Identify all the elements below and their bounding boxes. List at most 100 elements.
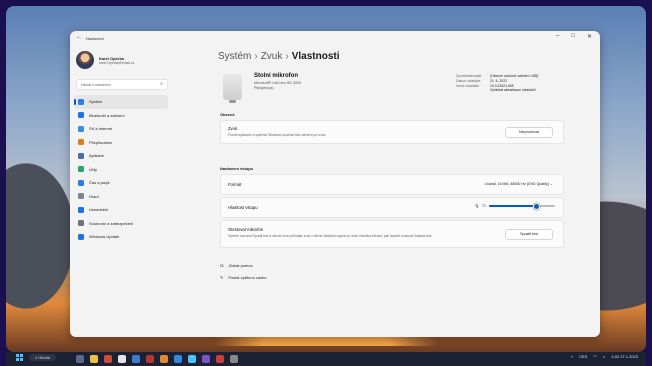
search-placeholder: Hledat v nastavení — [81, 82, 111, 87]
settings-gear-icon[interactable] — [230, 355, 238, 363]
taskbar: ⌕ Hledat ˄ CES ◠ ◖ 1:02 27.1.2023 — [6, 352, 646, 366]
microphone-device-icon — [223, 74, 242, 103]
section-input: Nastavení vstupu — [220, 166, 254, 171]
close-icon[interactable]: ✕ — [587, 33, 592, 40]
sidebar-item-9[interactable]: Soukromí a zabezpečení — [74, 217, 168, 231]
breadcrumb: Systém › Zvuk › Vlastnosti — [218, 51, 340, 62]
device-name: Stolní mikrofon — [254, 73, 298, 79]
clock[interactable]: 1:02 27.1.2023 — [611, 354, 638, 359]
shield-icon — [78, 220, 84, 227]
speaker-icon[interactable]: ◖ — [603, 354, 605, 359]
sidebar-item-4[interactable]: Aplikace — [74, 149, 168, 163]
volume-label: Hlasitost vstupu — [228, 205, 258, 210]
gamepad-icon — [78, 193, 84, 200]
app-icon[interactable] — [146, 355, 154, 363]
page-title: Vlastnosti — [291, 51, 340, 62]
volume-card: Hlasitost vstupu 🎙 71 — [220, 197, 564, 218]
disallow-button[interactable]: Nepovolovat — [505, 127, 553, 138]
search-icon: ⌕ — [160, 81, 163, 87]
driver-properties: Zprostředkovatel (Obecné zvukové zařízení… — [456, 74, 539, 93]
sidebar-item-6[interactable]: Čas a jazyk — [74, 176, 168, 190]
apps-icon — [78, 152, 84, 159]
monitor-icon — [78, 98, 84, 105]
chevron-up-icon[interactable]: ˄ — [571, 354, 573, 359]
sidebar-item-10[interactable]: Windows Update — [74, 230, 168, 244]
desktop-wallpaper: ← Nastavení – □ ✕ Karel Operka karel.Ope… — [6, 6, 646, 352]
brush-icon — [78, 139, 84, 146]
format-value: 1 kanál, 16 bitů, 48000 Hz (DVD Quality) — [484, 182, 549, 186]
feedback-icon: ✎ — [220, 274, 224, 280]
user-email: karel.Operka@email.cz — [99, 60, 135, 65]
section-general: Obecné — [220, 112, 235, 117]
account-icon — [78, 166, 84, 173]
microphone-icon[interactable]: 🎙 — [474, 204, 479, 208]
volume-slider[interactable] — [489, 203, 555, 210]
start-test-button[interactable]: Spustit test — [505, 229, 553, 240]
system-tray: ˄ CES ◠ ◖ 1:02 27.1.2023 — [571, 354, 638, 359]
format-card: Formát 1 kanál, 16 bitů, 48000 Hz (DVD Q… — [220, 174, 564, 195]
lang-indicator[interactable]: CES — [579, 354, 587, 359]
sidebar-item-1[interactable]: Bluetooth a zařízení — [74, 109, 168, 123]
audio-desc: Povolit aplikacím a systému Windows použ… — [228, 133, 326, 137]
sidebar-item-8[interactable]: Usnadnění — [74, 203, 168, 217]
device-model: Microsoft® LifeCam HD-3000 — [254, 81, 301, 85]
app-icon[interactable] — [104, 355, 112, 363]
maximize-icon[interactable]: □ — [571, 33, 575, 40]
app-icon[interactable] — [216, 355, 224, 363]
app-icon[interactable] — [174, 355, 182, 363]
taskbar-apps — [76, 355, 238, 363]
sidebar-item-label: Systém — [89, 99, 103, 105]
volume-slider-fill — [489, 205, 536, 207]
sidebar-item-label: Bluetooth a zařízení — [89, 112, 125, 118]
check-driver-updates-link[interactable]: Vyhledat aktualizace ovladačů — [490, 88, 536, 93]
sidebar-item-7[interactable]: Hraní — [74, 190, 168, 204]
volume-value: 71 — [482, 204, 486, 208]
breadcrumb-sound[interactable]: Zvuk — [261, 51, 283, 62]
sidebar-item-2[interactable]: Síť a internet — [74, 122, 168, 136]
test-mic-card: Otestovat mikrofon Vyberte možnost Spust… — [220, 220, 564, 248]
audio-title: Zvuk — [228, 126, 238, 131]
start-button-icon[interactable] — [16, 354, 23, 361]
file-explorer-icon[interactable] — [90, 355, 98, 363]
app-icon[interactable] — [160, 355, 168, 363]
main-content: Systém › Zvuk › Vlastnosti Stolní mikrofon M… — [180, 45, 600, 337]
search-input[interactable]: Hledat v nastavení ⌕ — [76, 79, 168, 90]
sidebar: Karel Operka karel.Operka@email.cz Hleda… — [70, 45, 170, 337]
sidebar-item-5[interactable]: Účty — [74, 163, 168, 177]
nav-list: Systém Bluetooth a zařízení Síť a internet… — [74, 95, 168, 244]
app-icon[interactable] — [132, 355, 140, 363]
taskbar-search[interactable]: ⌕ Hledat — [29, 354, 56, 361]
sidebar-item-label: Hraní — [89, 193, 99, 199]
sidebar-item-0[interactable]: Systém — [74, 95, 168, 109]
format-label: Formát — [228, 182, 242, 187]
avatar — [76, 51, 94, 69]
sidebar-item-label: Síť a internet — [89, 126, 113, 132]
sidebar-item-label: Soukromí a zabezpečení — [89, 220, 134, 226]
wifi-icon — [78, 125, 84, 132]
wifi-tray-icon[interactable]: ◠ — [593, 354, 597, 359]
task-view-icon[interactable] — [76, 355, 84, 363]
user-profile[interactable]: Karel Operka karel.Operka@email.cz — [76, 51, 134, 69]
device-status: Připojeno(a) — [254, 86, 274, 90]
update-icon — [78, 233, 84, 240]
title-bar: ← Nastavení – □ ✕ — [70, 31, 600, 45]
accessibility-icon — [78, 206, 84, 213]
app-icon[interactable] — [188, 355, 196, 363]
help-icon: ☊ — [220, 262, 224, 268]
sidebar-item-label: Přizpůsobení — [89, 139, 113, 145]
back-arrow-icon[interactable]: ← — [76, 34, 82, 40]
breadcrumb-system[interactable]: Systém — [218, 51, 251, 62]
test-title: Otestovat mikrofon — [228, 227, 264, 232]
get-help-link[interactable]: ☊ Získat pomoc — [220, 259, 267, 271]
sidebar-item-3[interactable]: Přizpůsobení — [74, 136, 168, 150]
volume-slider-thumb[interactable] — [533, 203, 541, 210]
feedback-link[interactable]: ✎ Poslat zpětnou vazbu — [220, 271, 267, 283]
globe-icon — [78, 179, 84, 186]
app-icon[interactable] — [202, 355, 210, 363]
audio-allow-card: Zvuk Povolit aplikacím a systému Windows… — [220, 120, 564, 144]
app-icon[interactable] — [118, 355, 126, 363]
settings-window: ← Nastavení – □ ✕ Karel Operka karel.Ope… — [70, 31, 600, 337]
format-dropdown[interactable]: 1 kanál, 16 bitů, 48000 Hz (DVD Quality)… — [484, 182, 553, 186]
sidebar-item-label: Čas a jazyk — [89, 180, 110, 186]
minimize-icon[interactable]: – — [556, 33, 559, 40]
